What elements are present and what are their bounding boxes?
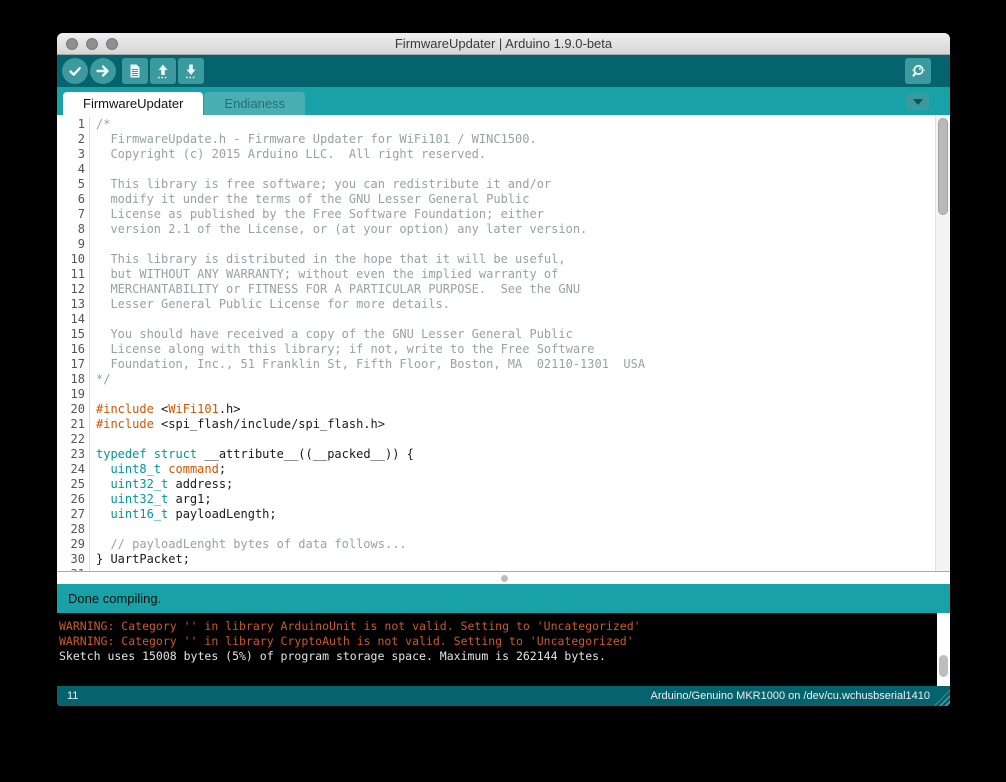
code-line: 30} UartPacket; <box>57 552 935 567</box>
serial-monitor-button[interactable] <box>905 58 931 84</box>
tab-menu-button[interactable] <box>906 93 929 110</box>
console-lines: WARNING: Category '' in library ArduinoU… <box>59 619 935 664</box>
code-line: 27 uint16_t payloadLength; <box>57 507 935 522</box>
code-line: 15 You should have received a copy of th… <box>57 327 935 342</box>
code-line: 20#include <WiFi101.h> <box>57 402 935 417</box>
console-line: WARNING: Category '' in library CryptoAu… <box>59 634 935 649</box>
code-lines: 1/*2 FirmwareUpdate.h - Firmware Updater… <box>57 117 935 571</box>
code-line: 22 <box>57 432 935 447</box>
verify-button[interactable] <box>62 58 88 84</box>
code-line: 26 uint32_t arg1; <box>57 492 935 507</box>
code-line: 4 <box>57 162 935 177</box>
console-line: Sketch uses 15008 bytes (5%) of program … <box>59 649 935 664</box>
code-line: 13 Lesser General Public License for mor… <box>57 297 935 312</box>
code-editor[interactable]: 1/*2 FirmwareUpdate.h - Firmware Updater… <box>57 115 950 571</box>
console-scrollbar-thumb[interactable] <box>939 655 948 677</box>
toolbar <box>57 55 950 87</box>
code-line: 23typedef struct __attribute__((__packed… <box>57 447 935 462</box>
close-button[interactable] <box>66 38 78 50</box>
code-line: 10 This library is distributed in the ho… <box>57 252 935 267</box>
current-line-indicator: 11 <box>67 690 78 702</box>
editor-scrollbar-thumb[interactable] <box>938 118 948 215</box>
new-sketch-button[interactable] <box>122 58 148 84</box>
tab-label: FirmwareUpdater <box>83 96 183 111</box>
pane-splitter[interactable] <box>57 571 950 584</box>
document-icon <box>125 61 145 81</box>
splitter-handle-icon <box>501 575 508 582</box>
code-line: 5 This library is free software; you can… <box>57 177 935 192</box>
open-sketch-button[interactable] <box>150 58 176 84</box>
code-line: 12 MERCHANTABILITY or FITNESS FOR A PART… <box>57 282 935 297</box>
window-controls <box>66 38 118 50</box>
code-line: 19 <box>57 387 935 402</box>
code-line: 18*/ <box>57 372 935 387</box>
tab-endianess[interactable]: Endianess <box>204 92 305 115</box>
code-line: 9 <box>57 237 935 252</box>
board-port-info: Arduino/Genuino MKR1000 on /dev/cu.wchus… <box>651 690 930 702</box>
console-line: WARNING: Category '' in library ArduinoU… <box>59 619 935 634</box>
footer-status-bar: 11 Arduino/Genuino MKR1000 on /dev/cu.wc… <box>57 686 950 706</box>
console-scrollbar[interactable] <box>937 613 950 686</box>
tab-label: Endianess <box>224 96 285 111</box>
arrow-down-icon <box>181 61 201 81</box>
status-message: Done compiling. <box>68 591 161 606</box>
code-line: 14 <box>57 312 935 327</box>
check-icon <box>65 61 85 81</box>
code-line: 1/* <box>57 117 935 132</box>
code-line: 21#include <spi_flash/include/spi_flash.… <box>57 417 935 432</box>
code-line: 16 License along with this library; if n… <box>57 342 935 357</box>
code-line: 25 uint32_t address; <box>57 477 935 492</box>
arduino-ide-window: FirmwareUpdater | Arduino 1.9.0-beta <box>57 33 950 706</box>
code-line: 17 Foundation, Inc., 51 Franklin St, Fif… <box>57 357 935 372</box>
save-sketch-button[interactable] <box>178 58 204 84</box>
tab-bar: FirmwareUpdater Endianess <box>57 87 950 115</box>
arrow-up-icon <box>153 61 173 81</box>
code-line: 6 modify it under the terms of the GNU L… <box>57 192 935 207</box>
status-bar: Done compiling. <box>57 584 950 613</box>
zoom-button[interactable] <box>106 38 118 50</box>
code-line: 2 FirmwareUpdate.h - Firmware Updater fo… <box>57 132 935 147</box>
title-bar: FirmwareUpdater | Arduino 1.9.0-beta <box>57 33 950 55</box>
code-line: 3 Copyright (c) 2015 Arduino LLC. All ri… <box>57 147 935 162</box>
code-line: 7 License as published by the Free Softw… <box>57 207 935 222</box>
console-output: WARNING: Category '' in library ArduinoU… <box>57 613 950 686</box>
upload-button[interactable] <box>90 58 116 84</box>
minimize-button[interactable] <box>86 38 98 50</box>
code-line: 11 but WITHOUT ANY WARRANTY; without eve… <box>57 267 935 282</box>
code-line: 28 <box>57 522 935 537</box>
magnifier-icon <box>908 61 928 81</box>
resize-grip[interactable] <box>934 690 950 706</box>
window-title: FirmwareUpdater | Arduino 1.9.0-beta <box>57 36 950 51</box>
tab-firmwareupdater[interactable]: FirmwareUpdater <box>63 92 203 115</box>
code-line: 8 version 2.1 of the License, or (at you… <box>57 222 935 237</box>
arrow-right-icon <box>93 61 113 81</box>
code-line: 29 // payloadLenght bytes of data follow… <box>57 537 935 552</box>
chevron-down-icon <box>913 99 923 105</box>
code-line: 24 uint8_t command; <box>57 462 935 477</box>
editor-scrollbar[interactable] <box>935 115 950 571</box>
